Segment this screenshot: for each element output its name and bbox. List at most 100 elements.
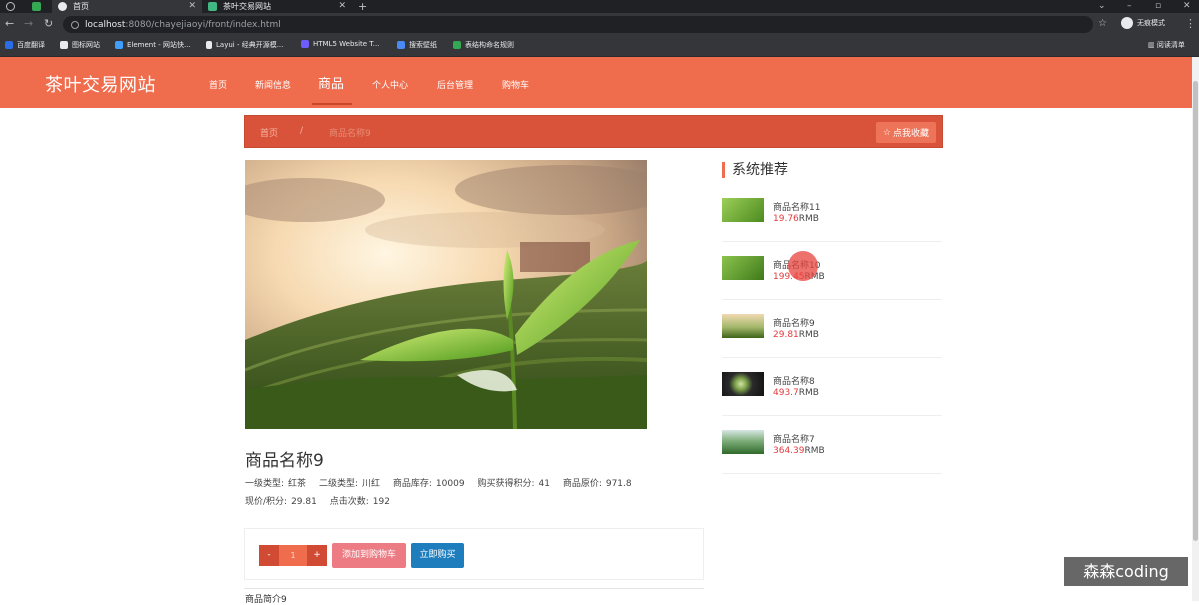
html5-icon xyxy=(301,40,309,48)
meta-label: 商品原价: xyxy=(562,479,602,489)
product-meta-line: 现价/积分: 29.81 点击次数: 192 xyxy=(245,494,400,507)
product-meta-line: 一级类型: 红茶 二级类型: 川红 商品库存: 10009 购买获得积分: 41 商品原… xyxy=(245,476,642,489)
nav-news[interactable]: 新闻信息 xyxy=(255,78,291,91)
recommendation-price: 29.81RMB xyxy=(773,330,819,340)
bookmark-label: Element - 网站快... xyxy=(127,41,191,49)
recommendation-name[interactable]: 商品名称7 xyxy=(773,432,815,445)
tab-list-icon[interactable]: ⌄ xyxy=(1098,0,1106,12)
product-thumbnail[interactable] xyxy=(722,430,764,454)
recommendations-title: 系统推荐 xyxy=(722,162,788,178)
meta-value: 971.8 xyxy=(605,479,632,489)
watermark: 森森coding xyxy=(1064,557,1188,586)
site-brand[interactable]: 茶叶交易网站 xyxy=(45,71,156,97)
pinned-tab-icon[interactable] xyxy=(32,2,41,11)
reading-list-button[interactable]: ▥ 阅读清单 xyxy=(1148,40,1185,50)
minimize-icon[interactable]: – xyxy=(1127,0,1132,12)
nav-active-indicator xyxy=(312,103,352,105)
bookmark-label: HTML5 Website T... xyxy=(313,40,380,48)
nav-admin[interactable]: 后台管理 xyxy=(437,78,473,91)
browser-tab-home[interactable]: 首页 ✕ xyxy=(52,0,202,13)
recommendation-item[interactable]: 商品名称8 493.7RMB xyxy=(722,358,942,416)
star-outline-icon: ☆ xyxy=(882,127,891,138)
close-tab-icon[interactable]: ✕ xyxy=(188,0,196,13)
bookmark-item[interactable]: HTML5 Website T... xyxy=(301,40,379,48)
add-to-cart-button[interactable]: 添加到购物车 xyxy=(332,543,406,568)
scrollbar-thumb[interactable] xyxy=(1193,81,1198,541)
maximize-icon[interactable]: ▫ xyxy=(1155,0,1161,12)
divider xyxy=(244,588,704,589)
recommendation-item[interactable]: 商品名称7 364.39RMB xyxy=(722,416,942,474)
recommendation-item[interactable]: 商品名称11 19.76RMB xyxy=(722,184,942,242)
close-tab-icon[interactable]: ✕ xyxy=(338,0,346,13)
recommendation-name[interactable]: 商品名称9 xyxy=(773,316,815,329)
price-value: 19.76 xyxy=(773,214,799,224)
recommendation-price: 364.39RMB xyxy=(773,446,825,456)
wallpaper-icon xyxy=(397,41,405,49)
meta-value: 川红 xyxy=(361,479,380,489)
bookmark-item[interactable]: Element - 网站快... xyxy=(115,40,191,50)
window-close-icon[interactable]: ✕ xyxy=(1183,0,1191,12)
favorite-button-label: 点我收藏 xyxy=(892,129,929,139)
url-input[interactable]: localhost :8080/chayejiaoyi/front/index.… xyxy=(63,16,1093,33)
bookmark-label: 搜索壁纸 xyxy=(409,41,437,49)
page-scrollbar[interactable] xyxy=(1192,57,1199,601)
buy-now-button[interactable]: 立即购买 xyxy=(411,543,464,568)
tab-search-icon[interactable] xyxy=(6,2,15,11)
site-info-icon[interactable] xyxy=(71,20,79,29)
meta-value: 红茶 xyxy=(288,479,307,489)
price-unit: RMB xyxy=(798,214,819,224)
product-thumbnail[interactable] xyxy=(722,198,764,222)
reading-list-label: 阅读清单 xyxy=(1156,41,1185,49)
product-intro-heading: 商品简介9 xyxy=(245,595,287,605)
nav-products[interactable]: 商品 xyxy=(318,73,344,92)
bookmark-label: Layui - 经典开源模... xyxy=(216,41,284,49)
bookmarks-bar: 百度翻译 图标网站 Element - 网站快... Layui - 经典开源模… xyxy=(0,36,1199,57)
product-thumbnail[interactable] xyxy=(722,256,764,280)
product-title: 商品名称9 xyxy=(245,451,324,471)
profile-button[interactable]: 无痕模式 xyxy=(1121,17,1165,29)
price-unit: RMB xyxy=(804,446,825,456)
translate-icon xyxy=(5,41,13,49)
recommendation-item[interactable]: 商品名称10 199.45RMB xyxy=(722,242,942,300)
meta-value: 41 xyxy=(538,479,550,489)
nav-profile[interactable]: 个人中心 xyxy=(372,78,408,91)
bookmark-label: 百度翻译 xyxy=(17,41,45,49)
recommendation-name[interactable]: 商品名称11 xyxy=(773,200,820,213)
breadcrumb-current: 商品名称9 xyxy=(329,129,371,139)
quantity-decrease-button[interactable]: - xyxy=(259,545,279,566)
bookmark-item[interactable]: 搜索壁纸 xyxy=(397,40,437,50)
bookmark-item[interactable]: 表结构命名规则 xyxy=(453,40,514,50)
browser-menu-icon[interactable]: ⋮ xyxy=(1185,17,1196,30)
bookmark-star-icon[interactable]: ☆ xyxy=(1098,18,1107,29)
price-value: 364.39 xyxy=(773,446,805,456)
bookmark-item[interactable]: 百度翻译 xyxy=(5,40,45,50)
nav-cart[interactable]: 购物车 xyxy=(502,78,529,91)
meta-value: 29.81 xyxy=(291,497,317,507)
cursor-highlight xyxy=(788,251,818,281)
recommendation-item[interactable]: 商品名称9 29.81RMB xyxy=(722,300,942,358)
product-thumbnail[interactable] xyxy=(722,314,764,338)
recommendation-name[interactable]: 商品名称8 xyxy=(773,374,815,387)
product-image xyxy=(245,160,647,429)
tea-plantation-image xyxy=(245,160,647,429)
breadcrumb-home[interactable]: 首页 xyxy=(260,126,278,139)
new-tab-icon[interactable]: + xyxy=(358,0,367,13)
quantity-input[interactable]: 1 xyxy=(279,545,307,566)
back-icon[interactable]: ← xyxy=(5,17,14,31)
sheet-icon xyxy=(453,41,461,49)
url-path: :8080/chayejiaoyi/front/index.html xyxy=(125,19,281,30)
reload-icon[interactable]: ↻ xyxy=(44,17,53,31)
meta-label: 点击次数: xyxy=(329,497,369,507)
element-icon xyxy=(115,41,123,49)
favorite-button[interactable]: ☆ 点我收藏 xyxy=(875,122,936,143)
incognito-avatar-icon xyxy=(1121,17,1133,29)
quantity-increase-button[interactable]: + xyxy=(307,545,327,566)
forward-icon[interactable]: → xyxy=(24,17,33,31)
bookmark-item[interactable]: Layui - 经典开源模... xyxy=(206,40,283,50)
nav-home[interactable]: 首页 xyxy=(209,78,227,91)
product-thumbnail[interactable] xyxy=(722,372,764,396)
bookmark-item[interactable]: 图标网站 xyxy=(60,40,100,50)
meta-value: 192 xyxy=(372,497,390,507)
browser-tab-site[interactable]: 茶叶交易网站 ✕ xyxy=(202,0,352,13)
tab-favicon-icon xyxy=(58,2,67,11)
